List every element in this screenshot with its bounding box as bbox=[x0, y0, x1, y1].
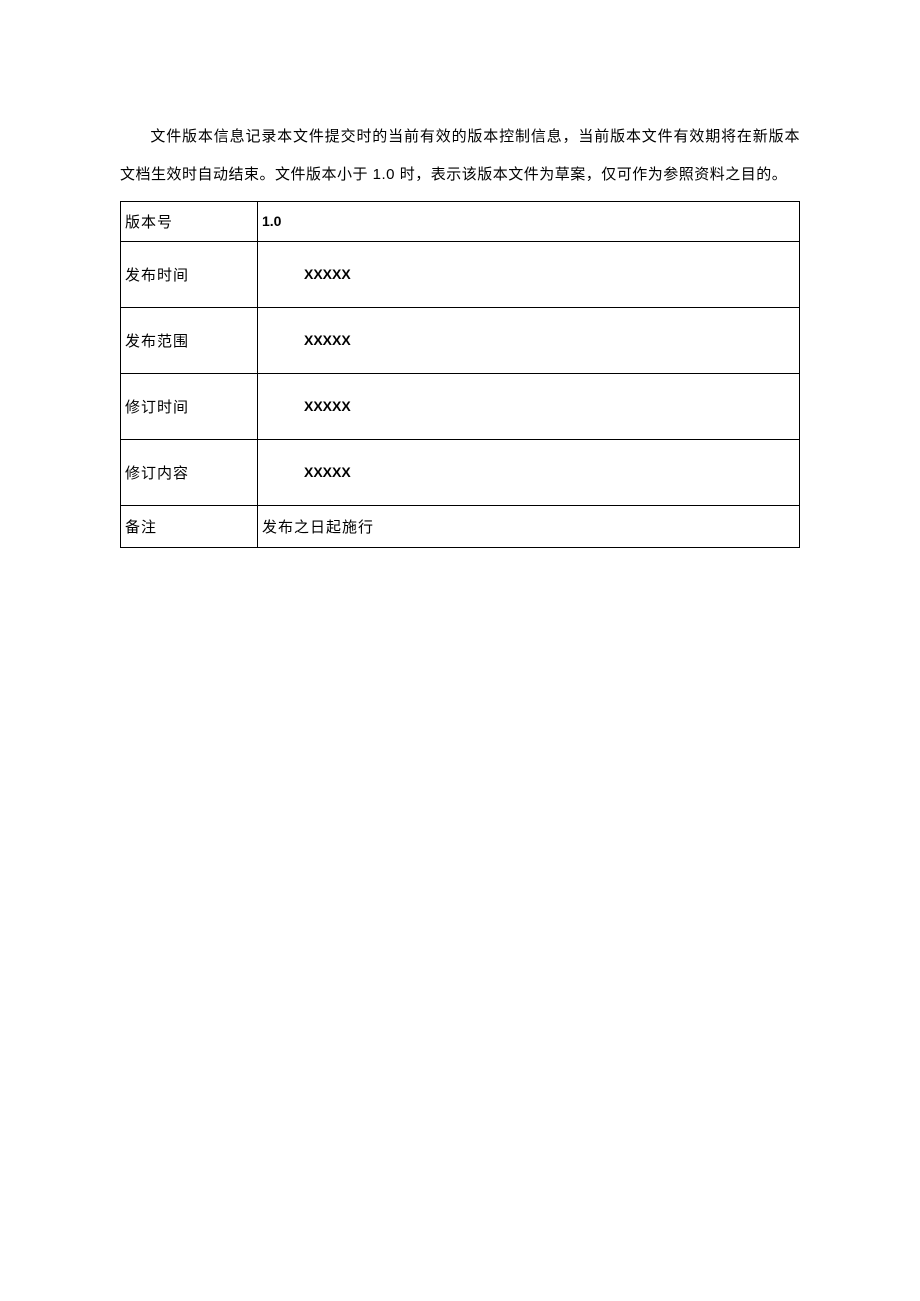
row-label: 修订时间 bbox=[121, 374, 258, 440]
version-info-table: 版本号 1.0 发布时间 XXXXX 发布范围 XXXXX 修订时间 XXXXX… bbox=[120, 201, 800, 548]
intro-paragraph: 文件版本信息记录本文件提交时的当前有效的版本控制信息，当前版本文件有效期将在新版… bbox=[120, 118, 800, 193]
row-value: XXXXX bbox=[258, 242, 800, 308]
table-row: 备注 发布之日起施行 bbox=[121, 506, 800, 548]
table-row: 修订内容 XXXXX bbox=[121, 440, 800, 506]
table-row: 版本号 1.0 bbox=[121, 202, 800, 242]
row-label: 发布范围 bbox=[121, 308, 258, 374]
row-label: 发布时间 bbox=[121, 242, 258, 308]
table-row: 发布范围 XXXXX bbox=[121, 308, 800, 374]
table-row: 修订时间 XXXXX bbox=[121, 374, 800, 440]
row-value: XXXXX bbox=[258, 374, 800, 440]
document-content: 文件版本信息记录本文件提交时的当前有效的版本控制信息，当前版本文件有效期将在新版… bbox=[0, 118, 920, 548]
table-row: 发布时间 XXXXX bbox=[121, 242, 800, 308]
intro-text: 文件版本信息记录本文件提交时的当前有效的版本控制信息，当前版本文件有效期将在新版… bbox=[120, 128, 800, 183]
row-label: 备注 bbox=[121, 506, 258, 548]
row-value: XXXXX bbox=[258, 308, 800, 374]
row-value: 发布之日起施行 bbox=[258, 506, 800, 548]
row-label: 修订内容 bbox=[121, 440, 258, 506]
row-value: 1.0 bbox=[258, 202, 800, 242]
row-label: 版本号 bbox=[121, 202, 258, 242]
row-value: XXXXX bbox=[258, 440, 800, 506]
